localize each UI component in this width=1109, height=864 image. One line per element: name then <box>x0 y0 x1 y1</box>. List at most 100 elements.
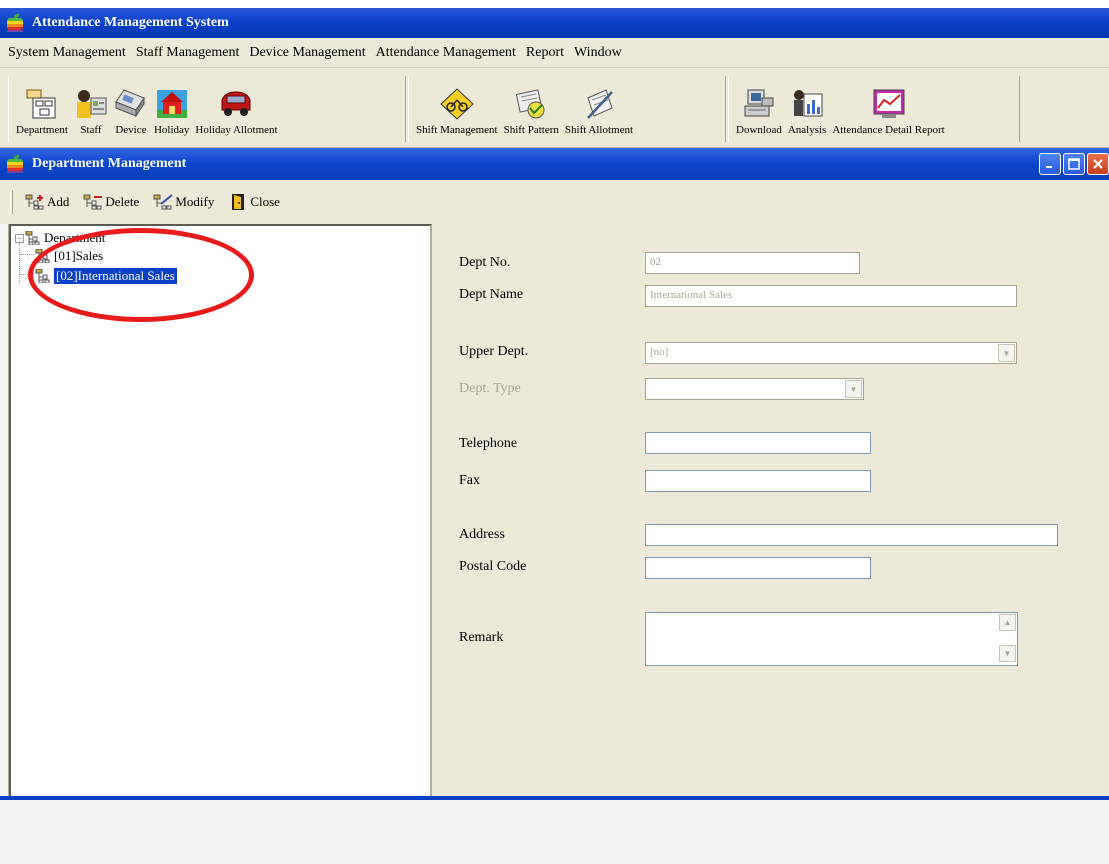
scroll-up-icon[interactable]: ▲ <box>999 614 1016 631</box>
department-window-titlebar: Department Management <box>0 148 1109 180</box>
shift-allotment-button[interactable]: Shift Allotment <box>565 88 633 136</box>
window-title: Department Management <box>32 156 187 171</box>
modify-icon <box>153 194 173 210</box>
department-button[interactable]: Department <box>16 88 68 136</box>
tree-connector <box>20 254 34 255</box>
shift-allotment-label: Shift Allotment <box>564 124 634 136</box>
attendance-report-icon <box>873 89 905 118</box>
holiday-label: Holiday <box>153 124 190 136</box>
modify-label: Modify <box>175 194 215 209</box>
maximize-icon[interactable] <box>1063 153 1085 175</box>
toolbar-group-shift: Shift Management Shift Pattern Shift All… <box>408 76 726 142</box>
holiday-allotment-icon <box>221 91 251 116</box>
upper-dept-label: Upper Dept. <box>459 344 529 359</box>
delete-icon <box>83 194 103 210</box>
delete-button[interactable]: Delete <box>83 194 139 210</box>
dept-no-label: Dept No. <box>459 255 511 270</box>
toolbar-grip <box>10 190 13 214</box>
dept-name-field[interactable]: International Sales <box>645 285 1017 307</box>
analysis-icon <box>794 90 823 117</box>
staff-icon <box>76 90 107 118</box>
desktop-background <box>0 800 1109 864</box>
tree-node-icon <box>25 231 40 245</box>
remark-label: Remark <box>459 630 504 645</box>
add-button[interactable]: Add <box>25 194 69 210</box>
download-label: Download <box>736 124 782 136</box>
tree-connector <box>19 243 20 283</box>
download-button[interactable]: Download <box>736 88 782 136</box>
toolbar-group-report: Download Analysis Attendance Detail Repo… <box>728 76 1020 142</box>
analysis-button[interactable]: Analysis <box>787 88 827 136</box>
shift-pattern-button[interactable]: Shift Pattern <box>504 88 559 136</box>
close-door-icon <box>232 194 245 210</box>
department-toolbar: Add Delete Modify Close <box>0 180 1109 224</box>
department-label: Department <box>16 124 68 136</box>
shift-management-label: Shift Management <box>416 124 498 136</box>
shift-management-button[interactable]: Shift Management <box>416 88 498 136</box>
delete-label: Delete <box>105 194 140 209</box>
menu-staff-management[interactable]: Staff Management <box>131 45 245 61</box>
menu-window[interactable]: Window <box>569 45 627 61</box>
staff-label: Staff <box>80 124 102 136</box>
chevron-down-icon[interactable]: ▼ <box>845 380 862 398</box>
highlight-oval <box>28 228 254 322</box>
app-titlebar: Attendance Management System <box>0 8 1109 38</box>
holiday-icon <box>156 90 187 118</box>
dept-name-label: Dept Name <box>459 287 524 302</box>
shift-management-icon <box>440 88 474 120</box>
window-controls <box>1037 153 1109 175</box>
holiday-allotment-button[interactable]: Holiday Allotment <box>195 88 278 136</box>
department-form: Dept No. 02 Dept Name International Sale… <box>431 224 1109 798</box>
close-icon[interactable] <box>1087 153 1109 175</box>
tree-collapse-toggle[interactable]: − <box>15 234 24 243</box>
chevron-down-icon[interactable]: ▼ <box>998 344 1015 362</box>
upper-dept-select[interactable]: [no] ▼ <box>645 342 1017 364</box>
modify-button[interactable]: Modify <box>153 194 214 210</box>
add-label: Add <box>47 194 70 209</box>
holiday-allotment-label: Holiday Allotment <box>195 124 278 136</box>
window-app-icon <box>6 155 24 173</box>
add-icon <box>25 194 44 210</box>
app-title: Attendance Management System <box>32 15 229 30</box>
menubar: System Management Staff Management Devic… <box>0 38 1109 68</box>
device-icon <box>115 89 145 118</box>
close-label: Close <box>250 194 280 209</box>
device-button[interactable]: Device <box>114 88 148 136</box>
telephone-input[interactable] <box>645 432 871 454</box>
dept-type-label: Dept. Type <box>459 381 521 396</box>
analysis-label: Analysis <box>787 124 827 136</box>
app-icon <box>6 14 24 32</box>
department-icon <box>26 89 56 119</box>
menu-report[interactable]: Report <box>521 45 569 61</box>
dept-type-select[interactable]: ▼ <box>645 378 864 400</box>
postal-code-label: Postal Code <box>459 559 527 574</box>
attendance-detail-report-label: Attendance Detail Report <box>832 124 945 136</box>
menu-attendance-management[interactable]: Attendance Management <box>371 45 521 61</box>
download-icon <box>744 89 774 117</box>
device-label: Device <box>115 124 147 136</box>
fax-input[interactable] <box>645 470 871 492</box>
shift-pattern-icon <box>516 89 545 119</box>
minimize-icon[interactable] <box>1039 153 1061 175</box>
close-button[interactable]: Close <box>228 194 280 210</box>
remark-textarea[interactable]: ▲ ▼ <box>645 612 1018 666</box>
address-label: Address <box>459 527 505 542</box>
menu-device-management[interactable]: Device Management <box>244 45 370 61</box>
shift-allotment-icon <box>587 89 613 119</box>
main-toolbar: Department Staff Device Holiday Holiday … <box>0 68 1109 148</box>
menu-system-management[interactable]: System Management <box>3 45 131 61</box>
upper-dept-value: [no] <box>650 346 669 358</box>
postal-code-input[interactable] <box>645 557 871 579</box>
scroll-down-icon[interactable]: ▼ <box>999 645 1016 662</box>
fax-label: Fax <box>459 473 480 488</box>
dept-no-field[interactable]: 02 <box>645 252 860 274</box>
address-input[interactable] <box>645 524 1058 546</box>
holiday-button[interactable]: Holiday <box>154 88 189 136</box>
top-margin <box>0 0 1109 8</box>
shift-pattern-label: Shift Pattern <box>503 124 559 136</box>
staff-button[interactable]: Staff <box>74 88 108 136</box>
attendance-detail-report-button[interactable]: Attendance Detail Report <box>832 88 945 136</box>
telephone-label: Telephone <box>459 436 518 451</box>
remark-scrollbar[interactable]: ▲ ▼ <box>999 614 1016 662</box>
toolbar-group-setup: Department Staff Device Holiday Holiday … <box>8 76 406 142</box>
